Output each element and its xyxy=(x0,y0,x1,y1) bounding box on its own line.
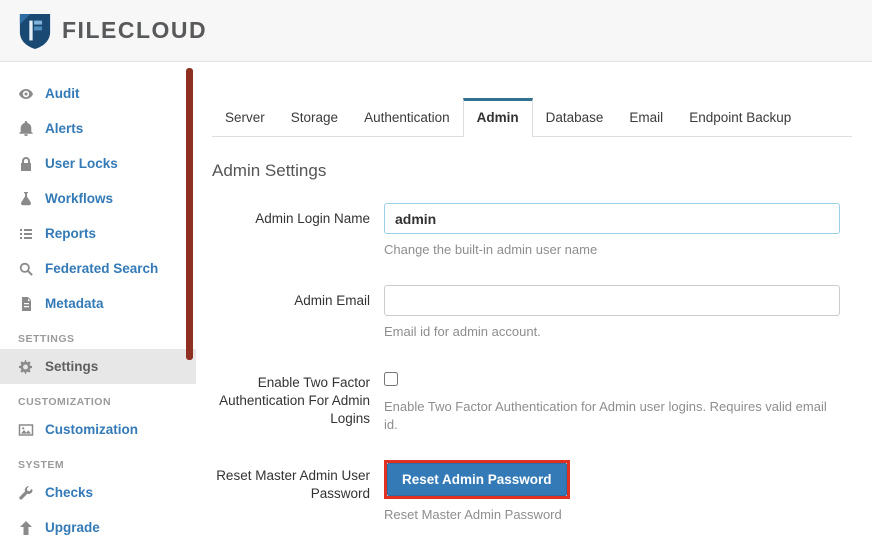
admin-login-input[interactable] xyxy=(384,203,840,234)
admin-login-label: Admin Login Name xyxy=(255,211,370,226)
two-factor-checkbox[interactable] xyxy=(384,372,398,386)
tab-admin[interactable]: Admin xyxy=(462,98,533,137)
eye-icon xyxy=(18,86,34,102)
reset-admin-password-button[interactable]: Reset Admin Password xyxy=(387,463,567,496)
tab-email[interactable]: Email xyxy=(616,99,676,136)
sidebar-item-alerts[interactable]: Alerts xyxy=(0,111,196,146)
tab-endpoint-backup[interactable]: Endpoint Backup xyxy=(676,99,804,136)
sidebar-item-label: Audit xyxy=(45,86,80,101)
sidebar: Audit Alerts User Locks Workflows Report xyxy=(0,62,196,541)
two-factor-label: Enable Two Factor Authentication For Adm… xyxy=(219,375,370,426)
settings-tabs: Server Storage Authentication Admin Data… xyxy=(212,98,852,137)
tab-database[interactable]: Database xyxy=(533,99,617,136)
tab-storage[interactable]: Storage xyxy=(278,99,351,136)
sidebar-item-label: Federated Search xyxy=(45,261,159,276)
sidebar-item-label: Customization xyxy=(45,422,138,437)
filecloud-logo-text: FILECLOUD xyxy=(62,17,208,43)
document-icon xyxy=(18,296,34,312)
sidebar-section-settings: SETTINGS xyxy=(18,333,75,345)
admin-login-help: Change the built-in admin user name xyxy=(384,242,598,257)
form-row-two-factor: Enable Two Factor Authentication For Adm… xyxy=(212,367,852,434)
filecloud-logo: FILECLOUD xyxy=(18,12,207,50)
sidebar-item-settings[interactable]: Settings xyxy=(0,349,196,384)
sidebar-item-label: User Locks xyxy=(45,156,118,171)
sidebar-item-reports[interactable]: Reports xyxy=(0,216,196,251)
bell-icon xyxy=(18,120,34,137)
annotation-highlight: Reset Admin Password xyxy=(384,460,570,499)
admin-email-input[interactable] xyxy=(384,285,840,316)
sidebar-item-federated-search[interactable]: Federated Search xyxy=(0,251,196,286)
sidebar-scrollbar[interactable] xyxy=(186,68,193,360)
sidebar-item-label: Checks xyxy=(45,485,94,500)
sidebar-section-system: SYSTEM xyxy=(18,459,65,471)
sidebar-item-label: Settings xyxy=(45,359,99,374)
sidebar-item-label: Workflows xyxy=(45,191,114,206)
gear-icon xyxy=(18,359,34,375)
sidebar-item-label: Alerts xyxy=(45,121,84,136)
sidebar-item-user-locks[interactable]: User Locks xyxy=(0,146,196,181)
image-icon xyxy=(18,422,34,438)
tab-authentication[interactable]: Authentication xyxy=(351,99,463,136)
tab-server[interactable]: Server xyxy=(212,99,278,136)
reset-password-help: Reset Master Admin Password xyxy=(384,507,562,522)
sidebar-item-audit[interactable]: Audit xyxy=(0,76,196,111)
filecloud-shield-icon xyxy=(18,12,52,50)
form-row-admin-login: Admin Login Name Change the built-in adm… xyxy=(212,203,852,259)
sidebar-item-metadata[interactable]: Metadata xyxy=(0,286,196,321)
sidebar-item-label: Metadata xyxy=(45,296,104,311)
reset-password-label: Reset Master Admin User Password xyxy=(216,468,370,501)
arrow-up-icon xyxy=(18,520,34,536)
admin-email-label: Admin Email xyxy=(294,293,370,308)
sidebar-item-label: Reports xyxy=(45,226,97,241)
app-header: FILECLOUD xyxy=(0,0,872,62)
two-factor-help: Enable Two Factor Authentication for Adm… xyxy=(384,399,827,432)
wrench-icon xyxy=(18,485,34,501)
sidebar-item-upgrade[interactable]: Upgrade xyxy=(0,510,196,541)
page-title: Admin Settings xyxy=(212,161,327,180)
search-icon xyxy=(18,261,34,277)
list-icon xyxy=(18,226,34,242)
lock-icon xyxy=(18,156,34,172)
admin-email-help: Email id for admin account. xyxy=(384,324,541,339)
sidebar-item-workflows[interactable]: Workflows xyxy=(0,181,196,216)
flask-icon xyxy=(18,191,34,207)
sidebar-item-customization[interactable]: Customization xyxy=(0,412,196,447)
settings-content: Server Storage Authentication Admin Data… xyxy=(196,62,872,541)
sidebar-section-customization: CUSTOMIZATION xyxy=(18,396,112,408)
form-row-reset-password: Reset Master Admin User Password Reset A… xyxy=(212,460,852,524)
sidebar-item-checks[interactable]: Checks xyxy=(0,475,196,510)
sidebar-item-label: Upgrade xyxy=(45,520,100,535)
form-row-admin-email: Admin Email Email id for admin account. xyxy=(212,285,852,341)
